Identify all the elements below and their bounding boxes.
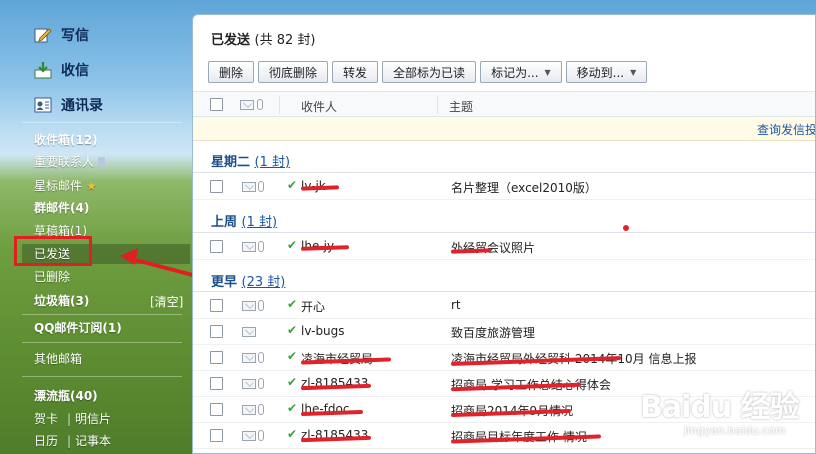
envelope-icon [242,353,256,363]
sent-check-icon: ✔ [287,238,298,252]
sent-check-icon: ✔ [287,349,298,363]
envelope-icon [242,327,256,337]
group-divider [193,232,815,233]
row-checkbox[interactable] [210,403,223,416]
column-divider [279,96,280,114]
sent-check-icon: ✔ [287,427,298,441]
row-checkbox[interactable] [210,299,223,312]
group-divider [193,172,815,173]
subject: 外经贸会议照片 [451,241,536,255]
envelope-icon [240,100,254,110]
mark-as-label: 标记为... [491,65,539,80]
select-all-checkbox[interactable] [210,98,223,111]
attachment-icon [258,378,264,389]
group-header: 星期二 (1 封) [211,151,290,170]
row-checkbox[interactable] [210,325,223,338]
search-sent-link[interactable]: 查询发信投 [757,121,815,138]
group-count[interactable]: (23 封) [242,275,286,290]
forward-button[interactable]: 转发 [332,61,379,83]
envelope-icon [242,379,256,389]
column-divider [437,96,438,114]
envelope-icon [242,405,256,415]
envelope-icon [242,301,256,311]
watermark-url: jingyan.baidu.com [684,424,786,437]
chevron-down-icon: ▼ [630,67,637,77]
group-count[interactable]: (1 封) [242,215,278,230]
table-row[interactable]: ✔ lv-jk 名片整理（excel2010版） [193,174,815,200]
column-recipient[interactable]: 收件人 [301,98,337,115]
attachment-icon [258,404,264,415]
subject: 名片整理（excel2010版） [451,181,597,195]
annotation-dot [623,225,629,231]
envelope-icon [242,431,256,441]
row-checkbox[interactable] [210,240,223,253]
group-label: 星期二 [211,155,251,170]
attachment-icon [257,99,263,110]
attachment-icon [258,181,264,192]
row-checkbox[interactable] [210,180,223,193]
group-header: 更早 (23 封) [211,271,285,290]
group-header: 上周 (1 封) [211,211,277,230]
subject: rt [451,298,461,312]
envelope-icon [242,182,256,192]
column-subject[interactable]: 主题 [449,98,473,115]
notice-bar: 查询发信投 [193,117,815,141]
move-to-label: 移动到... [576,65,625,80]
group-label: 更早 [211,275,238,290]
sent-check-icon: ✔ [287,178,298,192]
table-row[interactable]: ✔ 开心 rt [193,293,815,319]
mark-all-read-button[interactable]: 全部标为已读 [382,61,477,83]
row-checkbox[interactable] [210,429,223,442]
delete-button[interactable]: 删除 [208,61,255,83]
envelope-icon [242,242,256,252]
chevron-down-icon: ▼ [544,67,551,77]
move-to-dropdown[interactable]: 移动到... ▼ [565,61,648,83]
group-count[interactable]: (1 封) [255,155,291,170]
table-row[interactable]: ✔ lhe-jy 外经贸会议照片 [193,234,815,260]
watermark-logo: Baidu 经验 [640,390,800,425]
sent-check-icon: ✔ [287,323,298,337]
table-row[interactable]: ✔ lv-bugs 致百度旅游管理 [193,319,815,345]
sent-check-icon: ✔ [287,401,298,415]
attachment-icon [258,430,264,441]
delete-permanently-button[interactable]: 彻底删除 [258,61,329,83]
row-checkbox[interactable] [210,377,223,390]
row-checkbox[interactable] [210,351,223,364]
group-label: 上周 [211,215,238,230]
sent-check-icon: ✔ [287,375,298,389]
toolbar: 删除 彻底删除 转发 全部标为已读 标记为... ▼ 移动到... ▼ [208,61,648,83]
table-row[interactable]: ✔ 凌海市经贸局 凌海市经贸局外经贸科 2014年10月 信息上报 [193,345,815,371]
sent-check-icon: ✔ [287,297,298,311]
attachment-icon [258,352,264,363]
title-text: 已发送 [211,33,251,48]
baidu-watermark: Baidu 经验 jingyan.baidu.com [638,380,816,450]
table-header: 收件人 主题 [193,91,815,117]
group-divider [193,291,815,292]
recipient: 开心 [301,300,326,314]
recipient: lv-bugs [301,324,345,338]
attachment-icon [258,241,264,252]
mark-as-dropdown[interactable]: 标记为... ▼ [480,61,562,83]
attachment-icon [258,300,264,311]
page-title: 已发送 (共 82 封) [211,29,316,48]
title-count: (共 82 封) [254,33,316,48]
subject: 致百度旅游管理 [451,326,536,340]
